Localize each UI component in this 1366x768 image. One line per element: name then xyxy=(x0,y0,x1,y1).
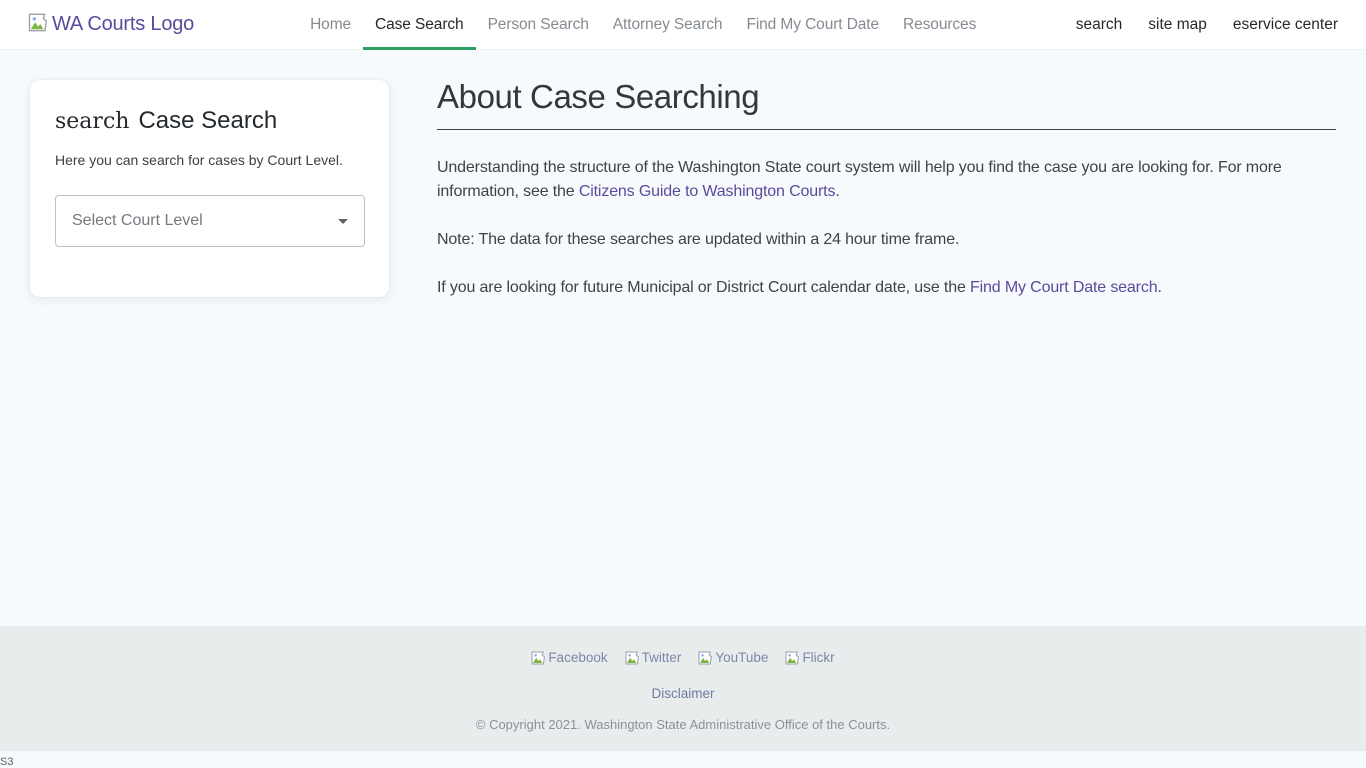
card-subtitle: Here you can search for cases by Court L… xyxy=(55,152,364,168)
utility-eservice-center-link[interactable]: eservice center xyxy=(1233,16,1338,34)
utility-site-map-link[interactable]: site map xyxy=(1148,16,1207,34)
page-content: search Case Search Here you can search f… xyxy=(0,50,1366,626)
paragraph-intro-text: Understanding the structure of the Washi… xyxy=(437,159,1282,200)
footer: Facebook Twitter YouTube Flic xyxy=(0,626,1366,751)
broken-image-icon xyxy=(28,13,50,37)
flickr-link[interactable]: Flickr xyxy=(785,650,834,665)
paragraph-court-date: If you are looking for future Municipal … xyxy=(437,276,1336,300)
about-section: About Case Searching Understanding the s… xyxy=(437,78,1336,324)
youtube-alt-text: YouTube xyxy=(715,650,768,665)
card-title-row: search Case Search xyxy=(55,107,364,135)
search-icon: search xyxy=(55,109,129,134)
top-navigation-bar: WA Courts Logo Home Case Search Person S… xyxy=(0,0,1366,50)
title-divider xyxy=(437,129,1336,130)
utility-search-link[interactable]: search xyxy=(1076,16,1123,34)
social-links-row: Facebook Twitter YouTube Flic xyxy=(531,650,834,665)
paragraph-court-date-period: . xyxy=(1157,279,1161,296)
court-level-select-value: Select Court Level xyxy=(72,212,203,230)
nav-item-case-search[interactable]: Case Search xyxy=(363,0,476,49)
nav-item-attorney-search[interactable]: Attorney Search xyxy=(601,0,735,49)
utility-nav: search site map eservice center xyxy=(1076,0,1338,49)
paragraph-court-date-text: If you are looking for future Municipal … xyxy=(437,279,970,296)
youtube-link[interactable]: YouTube xyxy=(698,650,768,665)
twitter-alt-text: Twitter xyxy=(642,650,682,665)
bottom-strip: S3 xyxy=(0,751,1366,768)
chevron-down-icon xyxy=(338,219,348,224)
case-search-card: search Case Search Here you can search f… xyxy=(30,80,389,297)
flickr-alt-text: Flickr xyxy=(802,650,834,665)
card-title: Case Search xyxy=(138,107,277,135)
disclaimer-link[interactable]: Disclaimer xyxy=(651,686,714,701)
logo-alt-text: WA Courts Logo xyxy=(52,13,194,36)
copyright-text: © Copyright 2021. Washington State Admin… xyxy=(476,717,890,732)
status-bar-label: S3 xyxy=(0,756,13,768)
paragraph-note: Note: The data for these searches are up… xyxy=(437,228,1336,252)
nav-item-home[interactable]: Home xyxy=(298,0,363,49)
facebook-link[interactable]: Facebook xyxy=(531,650,607,665)
court-level-select[interactable]: Select Court Level xyxy=(55,195,365,247)
broken-image-icon xyxy=(785,651,801,665)
page-title: About Case Searching xyxy=(437,78,1336,116)
main-nav: Home Case Search Person Search Attorney … xyxy=(298,0,988,49)
nav-item-person-search[interactable]: Person Search xyxy=(476,0,601,49)
broken-image-icon xyxy=(531,651,547,665)
citizens-guide-link[interactable]: Citizens Guide to Washington Courts xyxy=(579,183,836,200)
facebook-alt-text: Facebook xyxy=(548,650,607,665)
wa-courts-logo[interactable]: WA Courts Logo xyxy=(28,0,194,49)
broken-image-icon xyxy=(625,651,641,665)
twitter-link[interactable]: Twitter xyxy=(625,650,682,665)
paragraph-intro-period: . xyxy=(835,183,839,200)
nav-item-resources[interactable]: Resources xyxy=(891,0,988,49)
find-my-court-date-link[interactable]: Find My Court Date search xyxy=(970,279,1157,296)
paragraph-intro: Understanding the structure of the Washi… xyxy=(437,156,1336,204)
broken-image-icon xyxy=(698,651,714,665)
nav-item-find-my-court-date[interactable]: Find My Court Date xyxy=(734,0,891,49)
